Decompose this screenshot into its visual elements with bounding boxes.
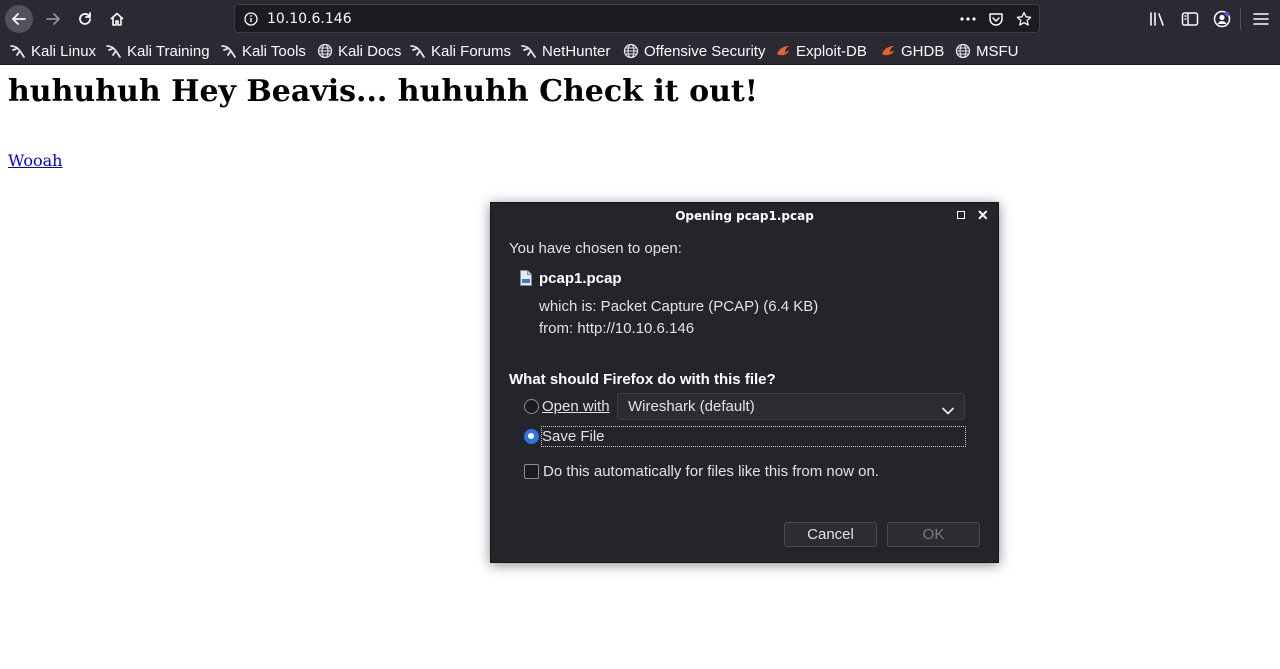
open-with-select[interactable]: Wireshark (default) bbox=[617, 393, 965, 420]
kali-dragon-icon bbox=[10, 43, 26, 59]
globe-icon bbox=[955, 43, 971, 59]
open-with-radio[interactable] bbox=[524, 399, 539, 414]
kali-dragon-icon bbox=[521, 43, 537, 59]
account-icon[interactable] bbox=[1212, 9, 1232, 29]
bookmark-label: Kali Training bbox=[127, 42, 210, 60]
url-text[interactable]: 10.10.6.146 bbox=[267, 11, 352, 27]
cancel-button[interactable]: Cancel bbox=[784, 522, 877, 547]
file-name: pcap1.pcap bbox=[539, 270, 622, 287]
bookmark-offensive-security[interactable]: Offensive Security bbox=[623, 41, 765, 61]
file-type: which is: Packet Capture (PCAP) (6.4 KB) bbox=[539, 298, 819, 315]
home-button[interactable] bbox=[103, 5, 131, 33]
bookmark-kali-linux[interactable]: Kali Linux bbox=[10, 41, 96, 61]
forward-button[interactable] bbox=[39, 5, 67, 33]
bookmark-nethunter[interactable]: NetHunter bbox=[521, 41, 610, 61]
wooah-link[interactable]: Wooah bbox=[8, 151, 62, 170]
arrow-right-icon bbox=[46, 13, 60, 25]
library-icon[interactable] bbox=[1148, 9, 1168, 29]
bookmark-label: Kali Docs bbox=[338, 42, 402, 60]
kali-dragon-icon bbox=[410, 43, 426, 59]
chevron-down-icon bbox=[942, 402, 954, 420]
save-file-label[interactable]: Save File bbox=[542, 428, 605, 445]
bookmarks-toolbar: Kali Linux Kali Training Kali Tools Kali… bbox=[0, 38, 1280, 65]
home-icon bbox=[110, 12, 124, 26]
open-file-dialog: Opening pcap1.pcap ✕ You have chosen to … bbox=[490, 202, 999, 563]
chosen-to-open-label: You have chosen to open: bbox=[509, 240, 682, 257]
bookmark-exploit-db[interactable]: Exploit-DB bbox=[775, 41, 867, 61]
action-question: What should Firefox do with this file? bbox=[509, 371, 776, 388]
bookmark-kali-docs[interactable]: Kali Docs bbox=[317, 41, 401, 61]
file-icon bbox=[520, 270, 532, 286]
auto-checkbox[interactable] bbox=[524, 464, 539, 479]
save-file-radio[interactable] bbox=[524, 429, 539, 444]
open-with-label[interactable]: Open with bbox=[542, 398, 610, 415]
bookmark-kali-training[interactable]: Kali Training bbox=[106, 41, 210, 61]
bookmark-msfu[interactable]: MSFU bbox=[955, 41, 1019, 61]
bookmark-label: NetHunter bbox=[542, 42, 611, 60]
maximize-icon[interactable] bbox=[957, 211, 965, 219]
bookmark-label: Offensive Security bbox=[644, 42, 766, 60]
toolbar-separator bbox=[1240, 8, 1241, 30]
kali-dragon-icon bbox=[106, 43, 122, 59]
ok-button[interactable]: OK bbox=[887, 522, 980, 547]
dialog-title: Opening pcap1.pcap bbox=[675, 209, 814, 223]
bookmark-ghdb[interactable]: GHDB bbox=[880, 41, 944, 61]
bookmark-label: MSFU bbox=[976, 42, 1019, 60]
close-icon[interactable]: ✕ bbox=[977, 208, 989, 222]
bookmark-kali-forums[interactable]: Kali Forums bbox=[410, 41, 511, 61]
url-bar[interactable]: 10.10.6.146 bbox=[234, 4, 1040, 33]
more-actions-icon[interactable] bbox=[959, 9, 977, 29]
bookmark-label: Kali Forums bbox=[431, 42, 512, 60]
globe-icon bbox=[623, 43, 639, 59]
auto-label[interactable]: Do this automatically for files like thi… bbox=[543, 463, 879, 480]
pocket-icon[interactable] bbox=[987, 9, 1005, 29]
exploit-db-icon bbox=[880, 43, 896, 59]
hamburger-menu-icon[interactable] bbox=[1251, 9, 1271, 29]
sidebar-icon[interactable] bbox=[1180, 9, 1200, 29]
exploit-db-icon bbox=[775, 43, 791, 59]
kali-dragon-icon bbox=[221, 43, 237, 59]
bookmark-star-icon[interactable] bbox=[1015, 9, 1033, 29]
page-heading: huhuhuh Hey Beavis... huhuhh Check it ou… bbox=[8, 74, 758, 109]
open-with-label-text: Open with bbox=[542, 398, 610, 415]
file-source: from: http://10.10.6.146 bbox=[539, 320, 695, 337]
globe-icon bbox=[317, 43, 333, 59]
reload-icon bbox=[79, 12, 91, 25]
back-button[interactable] bbox=[5, 5, 33, 33]
bookmark-label: Exploit-DB bbox=[796, 42, 867, 60]
bookmark-label: Kali Tools bbox=[242, 42, 306, 60]
browser-toolbar: 10.10.6.146 bbox=[0, 0, 1280, 38]
reload-button[interactable] bbox=[71, 5, 99, 33]
bookmark-label: GHDB bbox=[901, 42, 945, 60]
bookmark-label: Kali Linux bbox=[31, 42, 97, 60]
arrow-left-icon bbox=[12, 13, 26, 25]
open-with-app: Wireshark (default) bbox=[628, 398, 755, 415]
save-file-focus-ring bbox=[541, 426, 966, 447]
bookmark-kali-tools[interactable]: Kali Tools bbox=[221, 41, 306, 61]
info-icon[interactable] bbox=[244, 11, 258, 30]
